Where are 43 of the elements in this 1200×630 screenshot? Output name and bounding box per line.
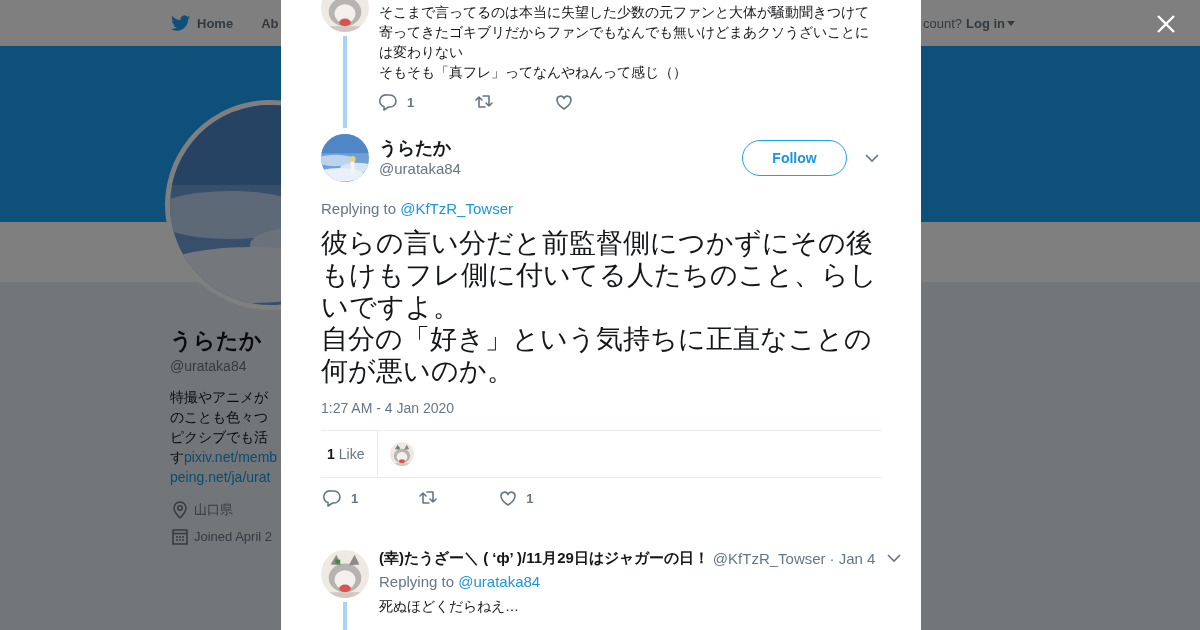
tweet-date: · Jan 4 [829,549,876,567]
bio-link[interactable]: pixiv.net/memb [184,447,278,467]
reply-icon [323,488,343,508]
close-icon[interactable] [1156,14,1176,34]
account-prompt: count? [922,15,962,31]
caret-icon [1007,20,1015,26]
tweet-timestamp: 1:27 AM - 4 Jan 2020 [321,399,456,418]
login-button[interactable]: Log in [966,15,1015,31]
tweet-text: 死ぬほどくだらねえ… [379,597,520,616]
user-name: うらたか [379,137,452,159]
nav-link[interactable]: Home [171,14,234,32]
tweet-text: そこまで言ってるのは本当に失望した少数の元ファンと大体が騒動聞きつけて寄ってきたゴキブリだからファンでもなんでも無いけどまあクソうざいことには変わりない [379,3,870,62]
likes-count[interactable]: 1 Like [321,431,379,477]
bird-icon [171,14,191,32]
user-handle: @urataka84 [379,159,461,179]
profile-name: うらたか [170,328,263,354]
follow-button[interactable]: Follow [742,140,847,176]
reply-button[interactable]: 1 [323,488,359,508]
bio-text: 特撮やアニメが [170,388,268,407]
bio-link[interactable]: peing.net/ja/urat [170,467,271,487]
nav-link[interactable]: Ab [261,15,279,31]
reply-button[interactable]: 1 [379,92,415,112]
profile-handle: @urataka84 [170,357,248,376]
heart-icon [554,92,575,112]
mention-link[interactable]: @urataka84 [458,573,541,590]
mention-link[interactable]: @KfTzR_Towser [400,200,513,217]
tweet-text: そもそも「真フレ」ってなんやねんって感じ（） [379,63,688,82]
like-button[interactable]: 1 [498,488,534,508]
replying-to: Replying to @urataka84 [379,572,542,592]
calendar-icon [172,529,188,545]
reply-icon [379,92,399,112]
joined-date: Joined April 2 [194,528,273,546]
user-handle: @KfTzR_Towser [712,549,826,567]
replying-to: Replying to @KfTzR_Towser [321,199,514,219]
user-name: (幸)たうざー＼ ( ‘ф’ )/11月29日はジャガーの日！ [379,548,709,568]
bio-text: ピクシブでも活 [170,428,268,447]
like-button[interactable] [554,92,575,112]
location-pin-icon [172,501,188,519]
bio-text: のことも色々つ [170,408,268,427]
bio-text: す [170,448,184,467]
tweet-text: 自分の「好き」という気持ちに正直なことの何が悪いのか。 [321,323,873,387]
tweet-text: 彼らの言い分だと前監督側につかずにその後もけもフレ側に付いてる人たちのこと、らしいですよ。 [321,227,878,323]
heart-icon [498,488,519,508]
